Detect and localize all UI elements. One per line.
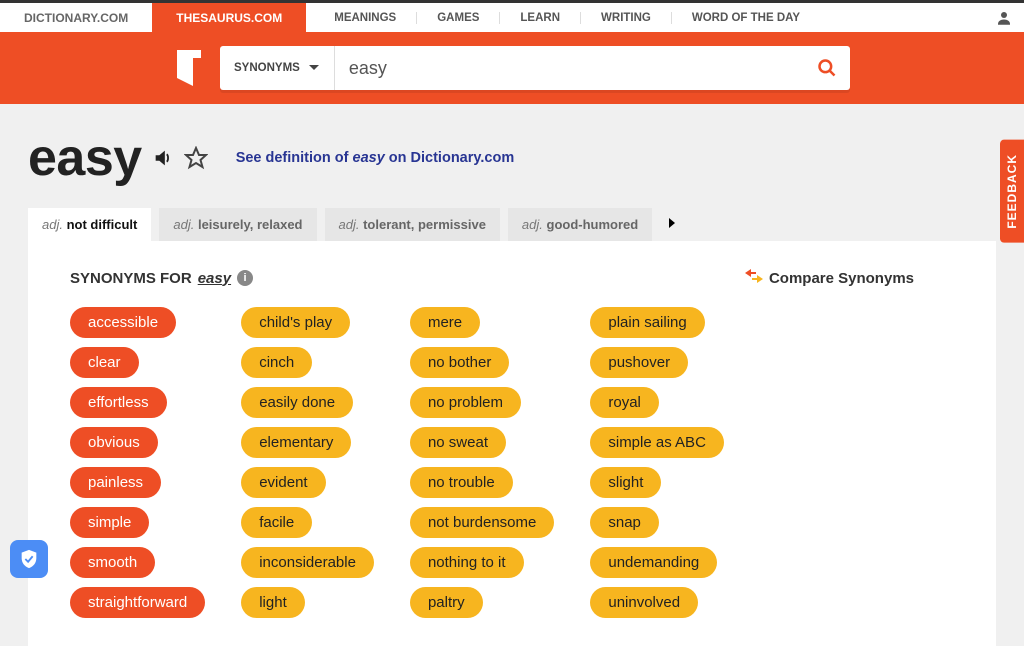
synonym-pill[interactable]: easily done [241, 387, 353, 418]
definition-link[interactable]: See definition of easy on Dictionary.com [236, 150, 515, 166]
sense-tab-2[interactable]: adj. leisurely, relaxed [159, 208, 316, 241]
chevron-right-icon [668, 217, 676, 229]
synonym-pill[interactable]: snap [590, 507, 659, 538]
account-button[interactable] [984, 3, 1024, 32]
search-filter-dropdown[interactable]: SYNONYMS [220, 46, 335, 90]
synonym-pill[interactable]: slight [590, 467, 661, 498]
synonym-pill[interactable]: not burdensome [410, 507, 554, 538]
nav-wotd[interactable]: WORD OF THE DAY [671, 12, 820, 24]
synonym-pill[interactable]: no bother [410, 347, 509, 378]
synonym-column: plain sailing pushover royal simple as ABC s… [590, 307, 724, 618]
person-icon [995, 9, 1013, 27]
more-senses-button[interactable] [668, 216, 676, 234]
info-icon[interactable]: i [237, 270, 253, 286]
synonym-pill[interactable]: accessible [70, 307, 176, 338]
chevron-down-icon [308, 62, 320, 74]
audio-icon[interactable] [152, 147, 174, 169]
sense-tab-3[interactable]: adj. tolerant, permissive [325, 208, 500, 241]
synonym-pill[interactable]: uninvolved [590, 587, 698, 618]
shield-check-icon [18, 548, 40, 570]
synonym-pill[interactable]: painless [70, 467, 161, 498]
main-content: easy See definition of easy on Dictionar… [0, 104, 1024, 646]
synonym-pill[interactable]: evident [241, 467, 325, 498]
top-nav: DICTIONARY.COM THESAURUS.COM MEANINGS GA… [0, 0, 1024, 32]
synonym-pill[interactable]: simple as ABC [590, 427, 724, 458]
synonym-pill[interactable]: no problem [410, 387, 521, 418]
security-badge[interactable] [10, 540, 48, 578]
synonym-pill[interactable]: elementary [241, 427, 351, 458]
synonym-column: mere no bother no problem no sweat no troubl… [410, 307, 554, 618]
site-tab-dictionary[interactable]: DICTIONARY.COM [0, 3, 152, 32]
search-button[interactable] [804, 58, 850, 78]
nav-meanings[interactable]: MEANINGS [306, 12, 416, 24]
thesaurus-logo-icon [173, 48, 205, 88]
headword: easy [28, 128, 142, 188]
synonyms-for-heading: SYNONYMS FOR easy i [70, 270, 253, 287]
synonym-pill[interactable]: obvious [70, 427, 158, 458]
synonym-pill[interactable]: mere [410, 307, 480, 338]
subnav: MEANINGS GAMES LEARN WRITING WORD OF THE… [306, 3, 984, 32]
synonym-pill[interactable]: nothing to it [410, 547, 524, 578]
nav-games[interactable]: GAMES [416, 12, 499, 24]
synonym-pill[interactable]: child's play [241, 307, 350, 338]
synonym-pill[interactable]: plain sailing [590, 307, 704, 338]
card-header: SYNONYMS FOR easy i Compare Synonyms [70, 269, 954, 287]
headword-row: easy See definition of easy on Dictionar… [28, 128, 996, 188]
synonym-pill[interactable]: inconsiderable [241, 547, 374, 578]
content-card: SYNONYMS FOR easy i Compare Synonyms acc… [28, 241, 996, 646]
synonym-pill[interactable]: pushover [590, 347, 688, 378]
swap-arrows-icon [745, 269, 763, 287]
synonym-grid: accessible clear effortless obvious painless… [70, 307, 954, 618]
nav-writing[interactable]: WRITING [580, 12, 671, 24]
synonym-pill[interactable]: effortless [70, 387, 167, 418]
synonym-pill[interactable]: smooth [70, 547, 155, 578]
feedback-tab[interactable]: FEEDBACK [1000, 140, 1024, 243]
nav-learn[interactable]: LEARN [499, 12, 580, 24]
search-filter-label: SYNONYMS [234, 62, 300, 74]
site-logo[interactable] [170, 32, 208, 104]
synonym-column: accessible clear effortless obvious painless… [70, 307, 205, 618]
sense-tab-1[interactable]: adj. not difficult [28, 208, 151, 241]
sense-tabs: adj. not difficult adj. leisurely, relax… [28, 208, 996, 241]
synonym-pill[interactable]: straightforward [70, 587, 205, 618]
synonym-pill[interactable]: cinch [241, 347, 312, 378]
sense-tab-4[interactable]: adj. good-humored [508, 208, 652, 241]
compare-synonyms-button[interactable]: Compare Synonyms [745, 269, 914, 287]
synonym-pill[interactable]: clear [70, 347, 139, 378]
synonym-pill[interactable]: undemanding [590, 547, 717, 578]
synonym-pill[interactable]: no sweat [410, 427, 506, 458]
site-tab-thesaurus[interactable]: THESAURUS.COM [152, 3, 306, 32]
search-box: SYNONYMS [220, 46, 850, 90]
search-band: SYNONYMS [0, 32, 1024, 104]
synonym-pill[interactable]: paltry [410, 587, 483, 618]
synonym-pill[interactable]: simple [70, 507, 149, 538]
synonym-pill[interactable]: light [241, 587, 305, 618]
synonym-pill[interactable]: royal [590, 387, 659, 418]
search-icon [817, 58, 837, 78]
synonym-column: child's play cinch easily done elementary ev… [241, 307, 374, 618]
star-outline-icon[interactable] [184, 146, 208, 170]
search-input[interactable] [335, 58, 804, 79]
synonym-pill[interactable]: facile [241, 507, 312, 538]
synonym-pill[interactable]: no trouble [410, 467, 513, 498]
